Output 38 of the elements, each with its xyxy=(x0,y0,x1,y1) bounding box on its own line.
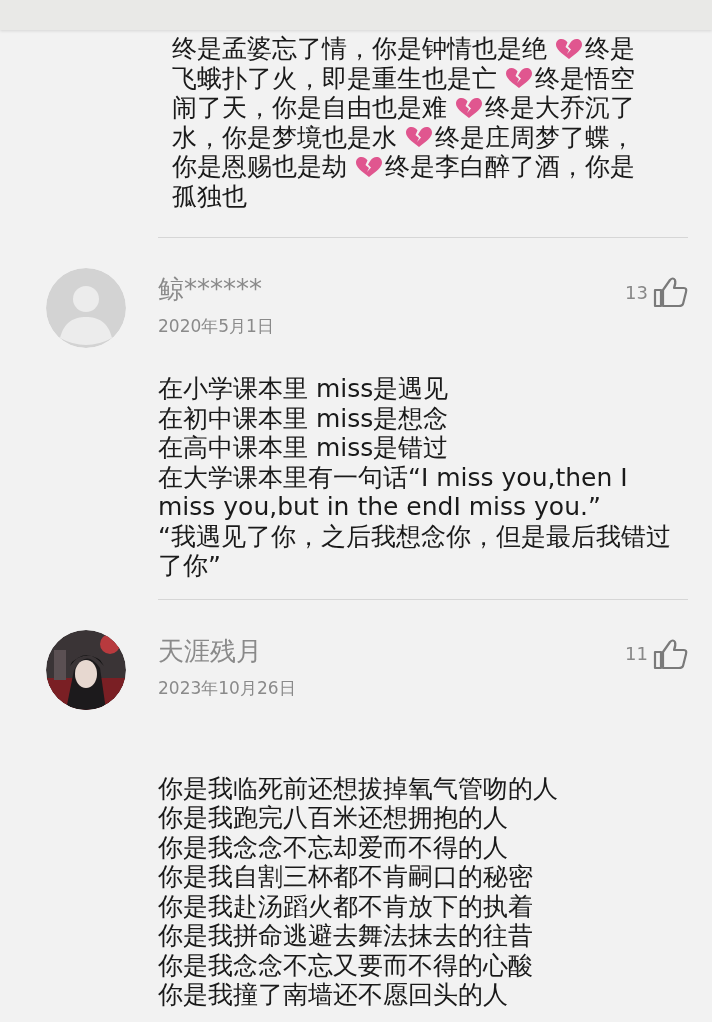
broken-heart-icon xyxy=(405,126,433,149)
like-count: 11 xyxy=(625,642,648,666)
broken-heart-icon xyxy=(555,37,583,60)
broken-heart-icon xyxy=(355,155,383,178)
comment-text: 水，你是梦境也是水 xyxy=(172,122,397,152)
broken-heart-icon xyxy=(505,67,533,90)
like-count: 13 xyxy=(625,280,648,305)
author-name: 鲸****** xyxy=(158,273,263,306)
comment-text: 终是悟空 xyxy=(535,63,635,93)
comment-text: 飞蛾扑了火，即是重生也是亡 xyxy=(172,63,497,93)
comment-line: 在初中课本里 miss是想念 xyxy=(158,403,450,433)
comment-line: 你是我念念不忘又要而不得的心酸 xyxy=(158,950,534,980)
comment-line: 你是我自割三杯都不肯嗣口的秘密 xyxy=(158,862,534,892)
comment-line: 你是我撞了南墙还不愿回头的人 xyxy=(158,980,509,1010)
comment-text: 闹了天，你是自由也是难 xyxy=(172,93,447,123)
avatar-icon xyxy=(46,268,126,348)
comment-text: 你是恩赐也是劫 xyxy=(172,152,347,182)
comment-text: 终是李白醉了酒，你是 xyxy=(385,152,635,182)
comment-line: 在大学课本里有一句话“I miss you,then I miss you,but in the endI miss you.” xyxy=(158,462,629,522)
comment-date: 2020年5月1日 xyxy=(158,315,275,338)
comment-line: 在小学课本里 miss是遇见 xyxy=(158,374,450,404)
comment-text: 终是大乔沉了 xyxy=(485,93,635,123)
comment-line: 你是我念念不忘却爱而不得的人 xyxy=(158,832,509,862)
thumbs-up-icon[interactable] xyxy=(652,637,688,670)
comment-line: 你是我跑完八百米还想拥抱的人 xyxy=(158,803,509,833)
comment-text: 终是孟婆忘了情，你是钟情也是绝 xyxy=(172,34,547,64)
comment-line: 你是我临死前还想拔掉氧气管吻的人 xyxy=(158,773,559,803)
comment-line: 你是我赴汤蹈火都不肯放下的执着 xyxy=(158,891,534,921)
comment-text: 孤独也 xyxy=(172,181,247,211)
comment-line: 你是我拼命逃避去舞法抹去的往昔 xyxy=(158,921,534,951)
comment-line: 在高中课本里 miss是错过 xyxy=(158,433,450,463)
author-name: 天涯残月 xyxy=(158,634,263,668)
comment-date: 2023年10月26日 xyxy=(158,676,297,700)
comment-text: 终是庄周梦了蝶， xyxy=(435,122,635,152)
broken-heart-icon xyxy=(455,96,483,119)
comment-text: 终是 xyxy=(585,34,635,64)
thumbs-up-icon[interactable] xyxy=(652,276,688,308)
comment-line: “我遇见了你，之后我想念你，但是最后我错过了你” xyxy=(158,521,672,581)
